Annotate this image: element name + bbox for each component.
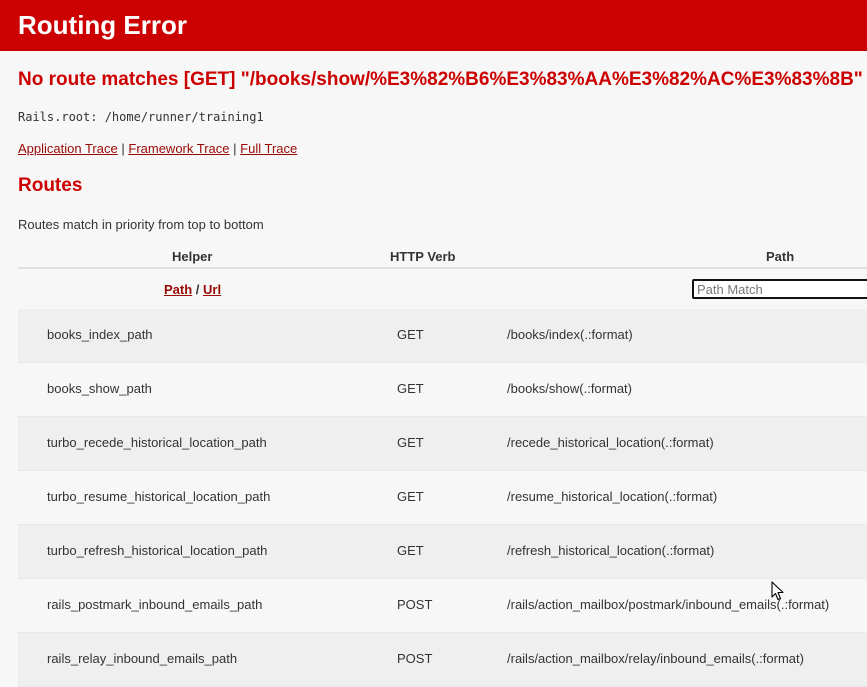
rails-root: Rails.root: /home/runner/training1 xyxy=(18,110,264,124)
route-helper: books_show_path xyxy=(47,381,152,396)
route-path: /books/index(.:format) xyxy=(507,327,633,342)
column-header-verb: HTTP Verb xyxy=(390,249,456,264)
toggle-separator: / xyxy=(195,282,200,297)
table-row: books_index_path GET/books/index(.:format… xyxy=(18,309,867,363)
route-verb: POST xyxy=(397,597,433,612)
framework-trace-link[interactable]: Framework Trace xyxy=(128,141,229,156)
path-match-input[interactable] xyxy=(692,279,867,299)
trace-separator: | xyxy=(121,141,125,156)
mouse-pointer-icon xyxy=(771,581,784,601)
route-path: /recede_historical_location(.:format) xyxy=(507,435,714,450)
route-path: /refresh_historical_location(.:format) xyxy=(507,543,715,558)
table-row: books_show_path GET/books/show(.:format) xyxy=(18,363,867,417)
table-row: turbo_refresh_historical_location_path GE… xyxy=(18,525,867,579)
route-verb: GET xyxy=(397,435,424,450)
route-helper: rails_relay_inbound_emails_path xyxy=(47,651,238,666)
route-path: /rails/action_mailbox/relay/inbound_emai… xyxy=(507,651,804,666)
application-trace-link[interactable]: Application Trace xyxy=(18,141,118,156)
route-path: /resume_historical_location(.:format) xyxy=(507,489,718,504)
route-verb: GET xyxy=(397,327,424,342)
full-trace-link[interactable]: Full Trace xyxy=(240,141,297,156)
route-verb: GET xyxy=(397,543,424,558)
trace-links: Application Trace | Framework Trace | Fu… xyxy=(18,141,297,156)
path-toggle-link[interactable]: Path xyxy=(164,282,192,297)
route-helper: turbo_refresh_historical_location_path xyxy=(47,543,268,558)
route-helper: books_index_path xyxy=(47,327,153,342)
route-path: /books/show(.:format) xyxy=(507,381,632,396)
page-title: Routing Error xyxy=(18,10,187,40)
table-row: rails_relay_inbound_emails_path POST/rail… xyxy=(18,633,867,687)
route-verb: GET xyxy=(397,489,424,504)
error-message: No route matches [GET] "/books/show/%E3%… xyxy=(18,69,863,90)
table-row: turbo_resume_historical_location_path GET… xyxy=(18,471,867,525)
route-helper: turbo_recede_historical_location_path xyxy=(47,435,267,450)
routes-table-header: Helper HTTP Verb Path xyxy=(18,241,867,269)
route-helper: rails_postmark_inbound_emails_path xyxy=(47,597,263,612)
route-verb: GET xyxy=(397,381,424,396)
routes-table: Helper HTTP Verb Path Path / Url books_i… xyxy=(18,241,867,687)
column-header-helper: Helper xyxy=(172,249,213,264)
route-verb: POST xyxy=(397,651,433,666)
url-toggle-link[interactable]: Url xyxy=(203,282,221,297)
header-bar: Routing Error xyxy=(0,0,867,51)
routes-filter-row: Path / Url xyxy=(18,269,867,309)
routes-heading: Routes xyxy=(18,175,83,196)
trace-separator: | xyxy=(233,141,237,156)
route-helper: turbo_resume_historical_location_path xyxy=(47,489,271,504)
column-header-path: Path xyxy=(766,249,795,264)
table-row: turbo_recede_historical_location_path GET… xyxy=(18,417,867,471)
routes-description: Routes match in priority from top to bot… xyxy=(18,217,264,232)
helper-format-toggle: Path / Url xyxy=(164,282,221,297)
table-row: rails_postmark_inbound_emails_path POST/r… xyxy=(18,579,867,633)
routes-table-body: books_index_path GET/books/index(.:format… xyxy=(18,309,867,687)
